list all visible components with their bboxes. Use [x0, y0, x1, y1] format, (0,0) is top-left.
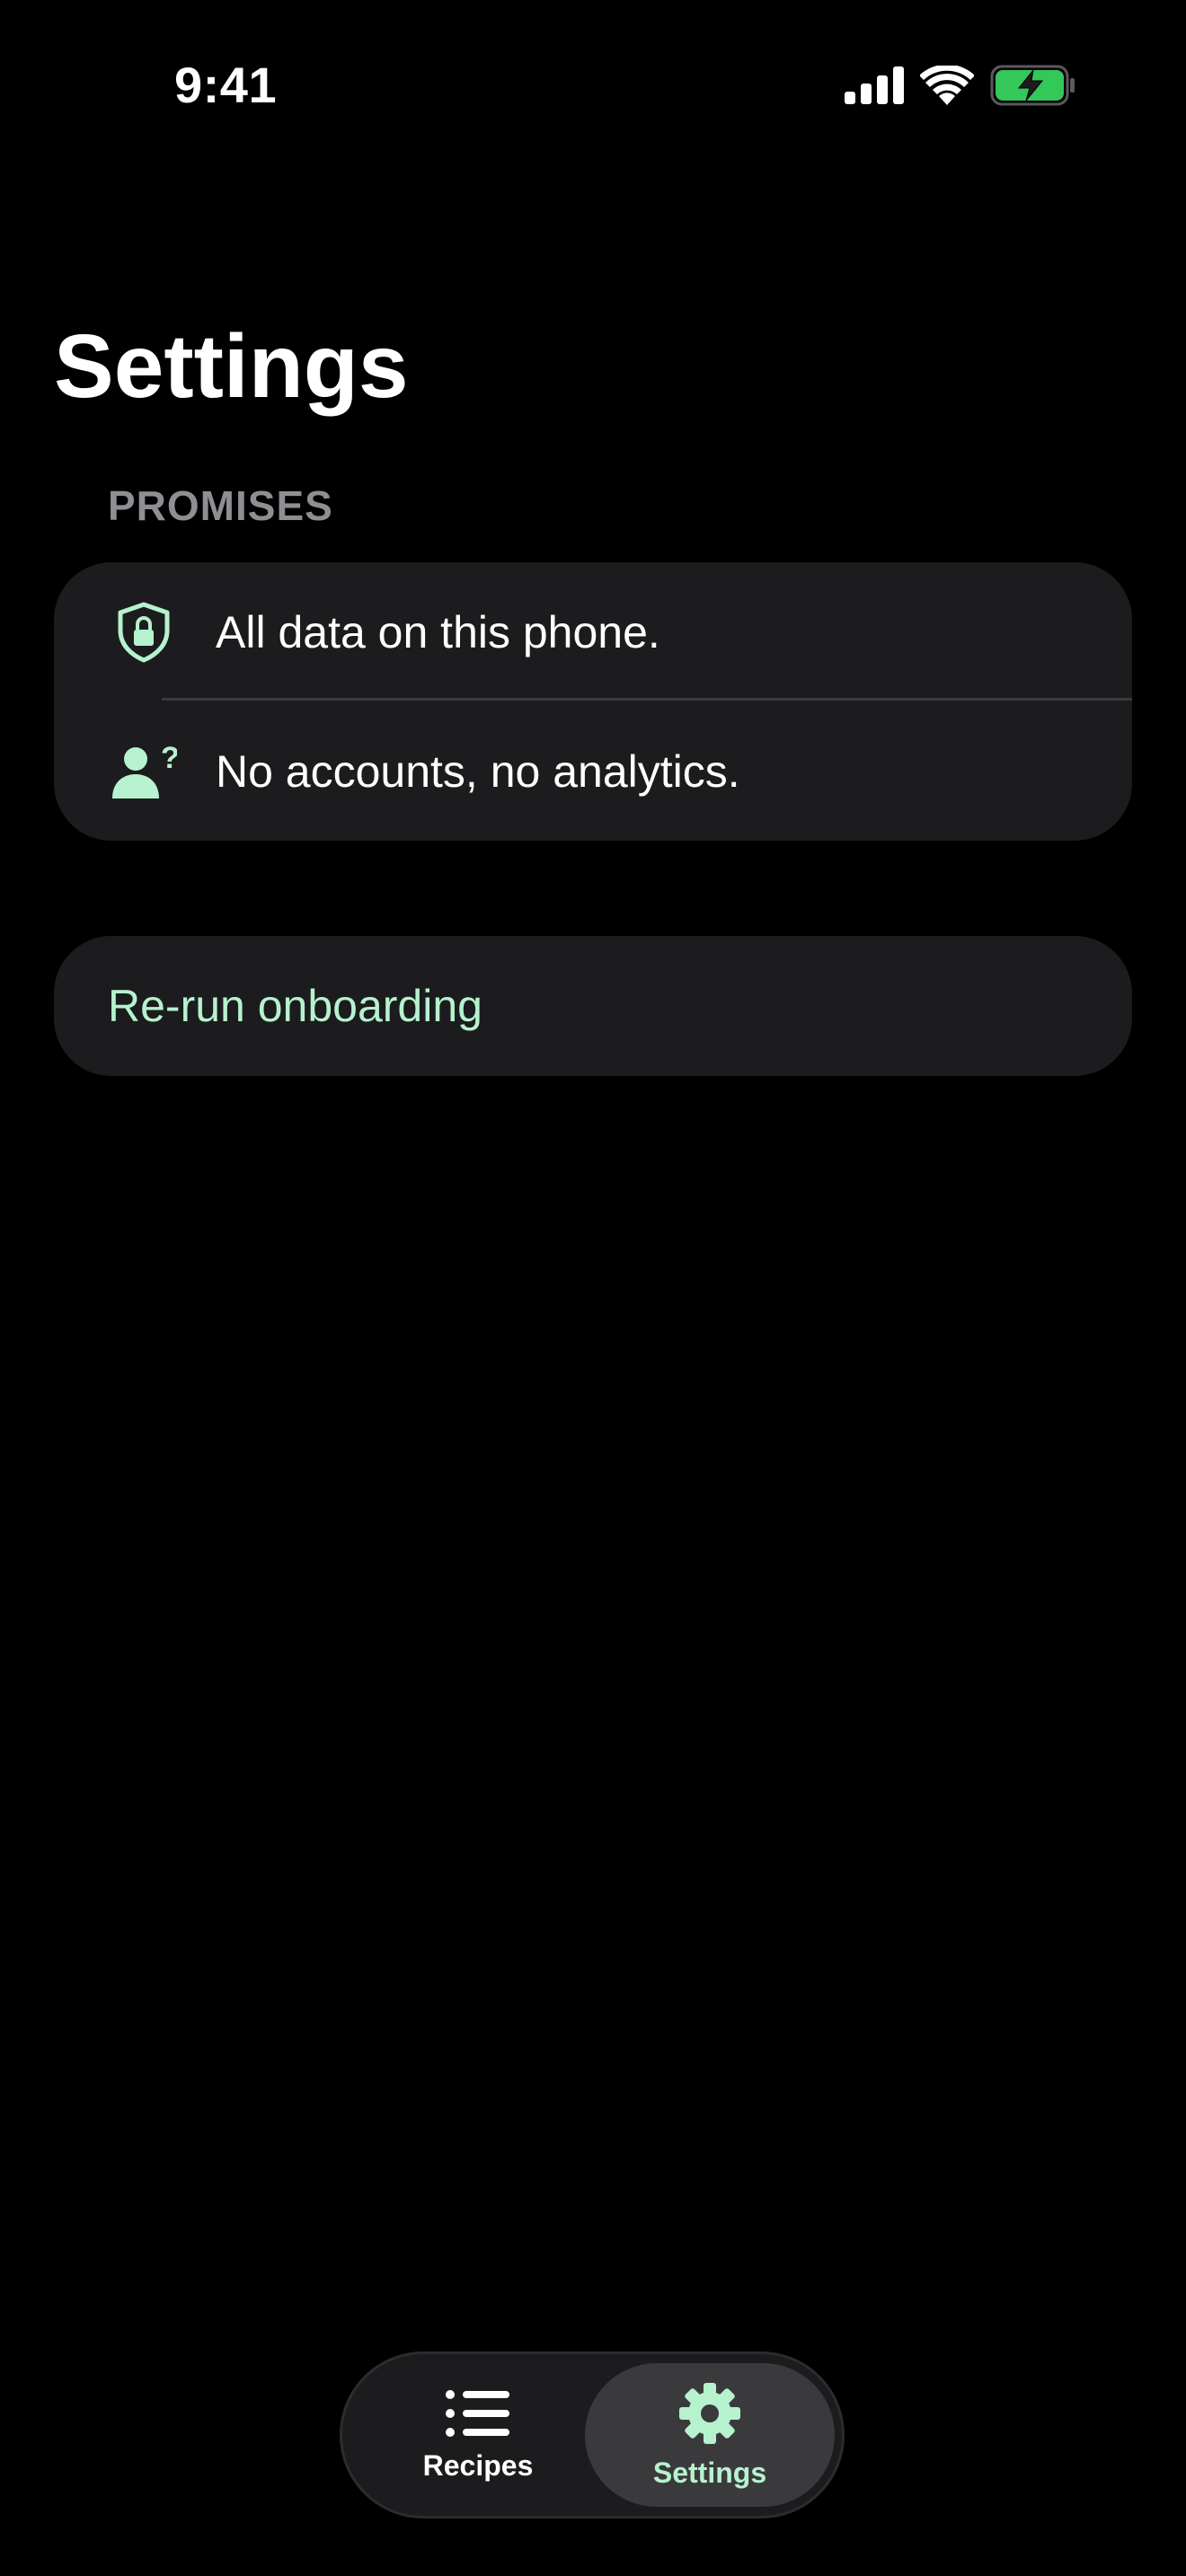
tab-settings-label: Settings	[652, 2456, 767, 2489]
list-icon	[446, 2389, 509, 2437]
cellular-signal-icon	[845, 66, 904, 104]
section-header-promises: PROMISES	[108, 482, 333, 529]
row-divider	[162, 698, 1132, 701]
tab-recipes-label: Recipes	[422, 2448, 534, 2482]
status-icons	[845, 65, 1076, 106]
promise-row: ? No accounts, no analytics.	[54, 701, 1132, 841]
promise-label: All data on this phone.	[216, 606, 660, 657]
rerun-onboarding-button[interactable]: Re-run onboarding	[54, 936, 1132, 1076]
tab-settings[interactable]: Settings	[585, 2363, 835, 2507]
status-time: 9:41	[174, 57, 278, 113]
person-question-icon: ?	[108, 736, 180, 807]
svg-text:?: ?	[161, 743, 177, 775]
lock-shield-icon	[108, 596, 180, 668]
tab-recipes[interactable]: Recipes	[353, 2363, 603, 2507]
promises-card: All data on this phone. ? No accounts, n…	[54, 562, 1132, 841]
tab-bar: Recipes Settings	[340, 2351, 845, 2519]
promise-row: All data on this phone.	[54, 562, 1132, 701]
battery-charging-icon	[990, 65, 1075, 106]
wifi-icon	[920, 66, 974, 105]
page-title: Settings	[54, 316, 409, 417]
gear-icon	[679, 2382, 740, 2444]
promise-label: No accounts, no analytics.	[216, 745, 740, 797]
rerun-onboarding-label: Re-run onboarding	[108, 981, 482, 1031]
